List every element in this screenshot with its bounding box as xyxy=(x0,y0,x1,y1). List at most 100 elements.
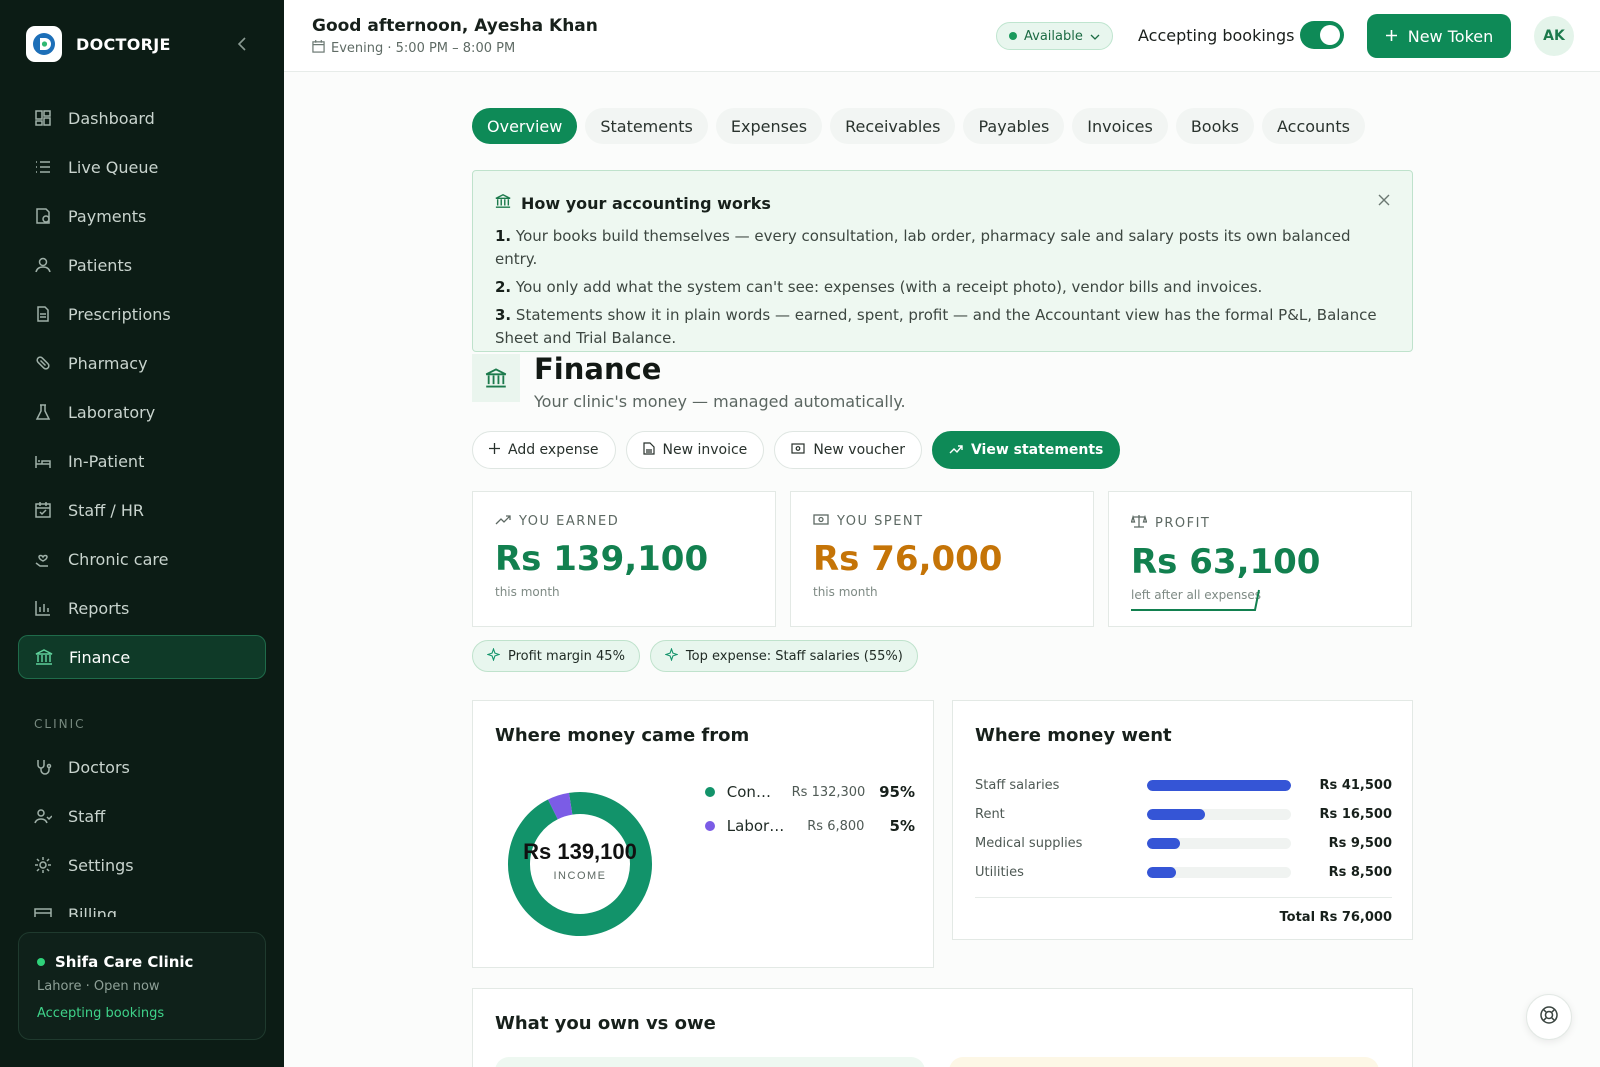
shift-info: Evening · 5:00 PM – 8:00 PM xyxy=(312,40,515,57)
sidebar-item-label: Staff / HR xyxy=(68,500,144,520)
spend-total: Total Rs 76,000 xyxy=(975,897,1392,925)
finance-tabs: Overview Statements Expenses Receivables… xyxy=(472,108,1365,144)
staff-icon xyxy=(34,807,52,825)
kpi-profit[interactable]: PROFIT Rs 63,100 left after all expenses xyxy=(1108,491,1412,627)
legend-dot-icon xyxy=(705,821,715,831)
info-title: How your accounting works xyxy=(495,193,1390,213)
sidebar-item-label: Payments xyxy=(68,206,147,226)
legend-pct: 95% xyxy=(879,783,915,801)
sidebar-item-billing[interactable]: Billing xyxy=(18,892,266,917)
sidebar-item-laboratory[interactable]: Laboratory xyxy=(18,390,266,434)
sidebar-item-label: Laboratory xyxy=(68,402,156,422)
finance-bank-icon xyxy=(472,354,520,402)
legend-row[interactable]: Consultations Rs 132,300 95% xyxy=(705,775,915,809)
view-statements-button[interactable]: View statements xyxy=(931,431,1121,469)
clinic-status: Accepting bookings xyxy=(37,1006,165,1021)
kpi-label: YOU EARNED xyxy=(495,514,753,529)
sidebar-item-dashboard[interactable]: Dashboard xyxy=(18,96,266,140)
tab-accounts[interactable]: Accounts xyxy=(1261,108,1365,144)
sidebar-item-settings[interactable]: Settings xyxy=(18,843,266,887)
sidebar-item-staff-hr[interactable]: Staff / HR xyxy=(18,488,266,532)
kpi-value: Rs 63,100 xyxy=(1131,542,1321,582)
spend-bar-track xyxy=(1147,780,1291,791)
card-title: What you own vs owe xyxy=(495,1013,716,1034)
lifebuoy-icon xyxy=(1539,1005,1559,1029)
tab-invoices[interactable]: Invoices xyxy=(1072,108,1168,144)
sidebar-item-prescriptions[interactable]: Prescriptions xyxy=(18,292,266,336)
legend-amount: Rs 6,800 xyxy=(807,818,865,834)
spend-card: Where money went Staff salaries Rs 41,50… xyxy=(952,700,1413,940)
sidebar-item-label: Finance xyxy=(69,647,131,667)
spend-bar-fill xyxy=(1147,838,1181,849)
spend-name: Utilities xyxy=(975,865,1024,880)
sidebar-item-reports[interactable]: Reports xyxy=(18,586,266,630)
brand[interactable]: DOCTORJE xyxy=(26,26,171,62)
sidebar-item-staff[interactable]: Staff xyxy=(18,794,266,838)
sidebar-item-chronic-care[interactable]: Chronic care xyxy=(18,537,266,581)
page-subtitle: Your clinic's money — managed automatica… xyxy=(534,392,906,411)
add-expense-button[interactable]: Add expense xyxy=(472,431,616,469)
spend-row: Utilities Rs 8,500 xyxy=(975,858,1392,887)
tab-statements[interactable]: Statements xyxy=(585,108,708,144)
tab-expenses[interactable]: Expenses xyxy=(715,108,823,144)
legend-name: Laboratory xyxy=(726,817,794,835)
legend-row[interactable]: Laboratory Rs 6,800 5% xyxy=(705,809,915,843)
kpi-earned[interactable]: YOU EARNED Rs 139,100 this month xyxy=(472,491,776,627)
kpi-value: Rs 76,000 xyxy=(813,539,1003,579)
calendar-icon xyxy=(34,501,52,519)
voucher-icon xyxy=(791,442,805,458)
spend-bar-track xyxy=(1147,809,1291,820)
close-icon[interactable] xyxy=(1378,191,1390,210)
card-title: Where money went xyxy=(975,725,1172,746)
scale-icon xyxy=(1130,514,1148,532)
new-voucher-button[interactable]: New voucher xyxy=(774,431,922,469)
help-button[interactable] xyxy=(1526,994,1572,1040)
tab-receivables[interactable]: Receivables xyxy=(830,108,956,144)
greeting: Good afternoon, Ayesha Khan xyxy=(312,16,598,36)
sidebar-item-label: Billing xyxy=(68,904,118,918)
bank-icon xyxy=(35,648,53,666)
availability-dropdown[interactable]: Available xyxy=(996,22,1113,50)
clinic-card[interactable]: Shifa Care Clinic Lahore · Open now Acce… xyxy=(18,932,266,1040)
sidebar-item-label: Pharmacy xyxy=(68,353,148,373)
sidebar-item-in-patient[interactable]: In-Patient xyxy=(18,439,266,483)
avatar[interactable]: AK xyxy=(1534,16,1574,56)
spend-amount: Rs 9,500 xyxy=(1328,836,1392,851)
accepting-bookings-toggle[interactable] xyxy=(1300,21,1344,49)
kpi-spent[interactable]: YOU SPENT Rs 76,000 this month xyxy=(790,491,1094,627)
info-step: 3. Statements show it in plain words — e… xyxy=(495,306,1377,347)
sidebar-item-patients[interactable]: Patients xyxy=(18,243,266,287)
sidebar-item-label: Dashboard xyxy=(68,108,155,128)
info-step: 2. You only add what the system can't se… xyxy=(495,278,1263,296)
new-invoice-button[interactable]: New invoice xyxy=(625,431,765,469)
spend-row: Medical supplies Rs 9,500 xyxy=(975,829,1392,858)
info-step: 1. Your books build themselves — every c… xyxy=(495,227,1351,268)
sidebar-item-pharmacy[interactable]: Pharmacy xyxy=(18,341,266,385)
sidebar-item-doctors[interactable]: Doctors xyxy=(18,745,266,789)
spend-bar-track xyxy=(1147,867,1291,878)
own-box xyxy=(495,1057,925,1067)
donut-slice-laboratory[interactable] xyxy=(547,792,573,820)
spend-bar-track xyxy=(1147,838,1291,849)
list-icon xyxy=(34,158,52,176)
kpi-label: YOU SPENT xyxy=(813,514,1071,529)
plus-icon xyxy=(1385,27,1398,46)
tab-payables[interactable]: Payables xyxy=(963,108,1065,144)
sidebar-item-live-queue[interactable]: Live Queue xyxy=(18,145,266,189)
donut-slice-consultations[interactable] xyxy=(508,792,652,936)
page-title: Finance xyxy=(534,352,662,386)
chevron-down-icon xyxy=(1090,29,1100,44)
tab-overview[interactable]: Overview xyxy=(472,108,578,144)
income-donut-chart: Rs 139,100 INCOME xyxy=(508,792,652,936)
new-token-button[interactable]: New Token xyxy=(1367,14,1511,58)
tab-books[interactable]: Books xyxy=(1175,108,1254,144)
sidebar-item-payments[interactable]: Payments xyxy=(18,194,266,238)
wallet-icon xyxy=(813,514,829,529)
heart-hand-icon xyxy=(34,550,52,568)
collapse-sidebar-icon[interactable] xyxy=(232,34,252,54)
trend-up-icon xyxy=(495,514,511,529)
profit-sparkline xyxy=(1131,589,1260,611)
sidebar-item-label: Reports xyxy=(68,598,130,618)
sidebar-item-finance[interactable]: Finance xyxy=(18,635,266,679)
kpi-sub: this month xyxy=(813,585,878,599)
